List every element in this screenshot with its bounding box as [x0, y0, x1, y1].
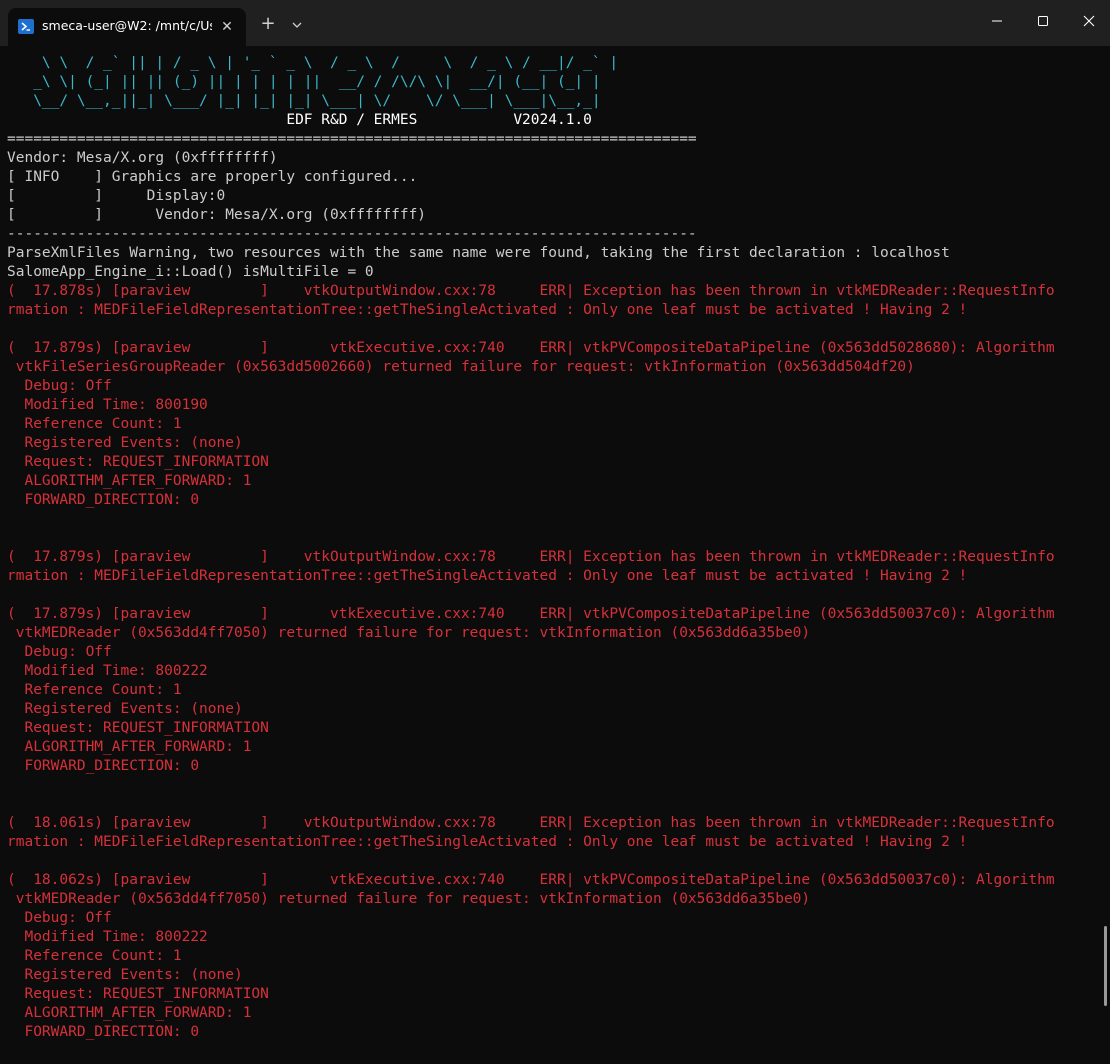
error-line: vtkMEDReader (0x563dd4ff7050) returned f… — [7, 625, 811, 641]
error-line: rmation : MEDFileFieldRepresentationTree… — [7, 834, 968, 850]
error-line: vtkFileSeriesGroupReader (0x563dd5002660… — [7, 359, 915, 375]
error-detail-line: FORWARD_DIRECTION: 0 — [7, 492, 200, 508]
error-line: ( 17.878s) [paraview ] vtkOutputWindow.c… — [7, 283, 1055, 299]
error-detail-line: Registered Events: (none) — [7, 435, 243, 451]
minimize-icon — [992, 20, 1002, 22]
error-detail-line: Modified Time: 800222 — [7, 663, 208, 679]
banner-version-line: EDF R&D / ERMES V2024.1.0 — [7, 112, 592, 128]
error-detail-line: Modified Time: 800222 — [7, 929, 208, 945]
separator-dashes: ----------------------------------------… — [7, 226, 697, 242]
maximize-icon — [1038, 16, 1048, 26]
tab-close-button[interactable]: ✕ — [216, 16, 238, 38]
error-detail-line: Registered Events: (none) — [7, 701, 243, 717]
maximize-button[interactable] — [1020, 0, 1066, 42]
terminal-output[interactable]: \ \ / _` || | / _ \ | '_ ` _ \ / _ \ / \… — [0, 46, 1100, 1064]
error-line: ( 17.879s) [paraview ] vtkExecutive.cxx:… — [7, 340, 1055, 356]
error-detail-line: ALGORITHM_AFTER_FORWARD: 1 — [7, 1005, 252, 1021]
error-detail-line: ALGORITHM_AFTER_FORWARD: 1 — [7, 739, 252, 755]
minimize-button[interactable] — [974, 0, 1020, 42]
error-line: vtkMEDReader (0x563dd4ff7050) returned f… — [7, 891, 811, 907]
banner-line: _\ \| (_| || || (_) || | | | | || __/ / … — [7, 74, 601, 90]
error-detail-line: FORWARD_DIRECTION: 0 — [7, 758, 200, 774]
tab-dropdown-button[interactable] — [286, 13, 308, 37]
powershell-icon — [18, 19, 34, 34]
error-detail-line: Reference Count: 1 — [7, 682, 182, 698]
load-line: SalomeApp_Engine_i::Load() isMultiFile =… — [7, 264, 374, 280]
error-line: rmation : MEDFileFieldRepresentationTree… — [7, 302, 968, 318]
error-detail-line: Debug: Off — [7, 910, 112, 926]
error-detail-line: Request: REQUEST_INFORMATION — [7, 720, 269, 736]
warning-line: ParseXmlFiles Warning, two resources wit… — [7, 245, 950, 261]
error-line: rmation : MEDFileFieldRepresentationTree… — [7, 568, 968, 584]
error-detail-line: ALGORITHM_AFTER_FORWARD: 1 — [7, 473, 252, 489]
banner-line: \__/ \__,_||_| \___/ |_| |_| |_| \___| \… — [7, 93, 601, 109]
banner-line: \ \ / _` || | / _ \ | '_ ` _ \ / _ \ / \… — [7, 55, 619, 71]
terminal-tab[interactable]: smeca-user@W2: /mnt/c/Use ✕ — [8, 8, 246, 46]
new-tab-button[interactable]: + — [256, 13, 280, 37]
error-line: ( 17.879s) [paraview ] vtkExecutive.cxx:… — [7, 606, 1055, 622]
info-line: [ INFO ] Graphics are properly configure… — [7, 169, 418, 185]
error-line: ( 18.062s) [paraview ] vtkExecutive.cxx:… — [7, 872, 1055, 888]
error-detail-line: Request: REQUEST_INFORMATION — [7, 986, 269, 1002]
title-bar: smeca-user@W2: /mnt/c/Use ✕ + — [0, 0, 1110, 46]
close-window-button[interactable] — [1066, 0, 1110, 42]
info-line: [ ] Display:0 — [7, 188, 226, 204]
info-line: [ ] Vendor: Mesa/X.org (0xffffffff) — [7, 207, 427, 223]
error-detail-line: Request: REQUEST_INFORMATION — [7, 454, 269, 470]
error-detail-line: Debug: Off — [7, 378, 112, 394]
tab-title: smeca-user@W2: /mnt/c/Use — [42, 18, 212, 33]
separator-equals: ========================================… — [7, 131, 697, 147]
error-line: ( 18.061s) [paraview ] vtkOutputWindow.c… — [7, 815, 1055, 831]
vendor-line: Vendor: Mesa/X.org (0xffffffff) — [7, 150, 278, 166]
chevron-down-icon — [292, 22, 302, 28]
error-line: ( 17.879s) [paraview ] vtkOutputWindow.c… — [7, 549, 1055, 565]
error-detail-line: Reference Count: 1 — [7, 948, 182, 964]
error-detail-line: Debug: Off — [7, 644, 112, 660]
scrollbar-thumb[interactable] — [1104, 926, 1107, 1006]
error-detail-line: FORWARD_DIRECTION: 0 — [7, 1024, 200, 1040]
close-icon — [1083, 15, 1095, 27]
error-detail-line: Registered Events: (none) — [7, 967, 243, 983]
error-detail-line: Modified Time: 800190 — [7, 397, 208, 413]
error-detail-line: Reference Count: 1 — [7, 416, 182, 432]
